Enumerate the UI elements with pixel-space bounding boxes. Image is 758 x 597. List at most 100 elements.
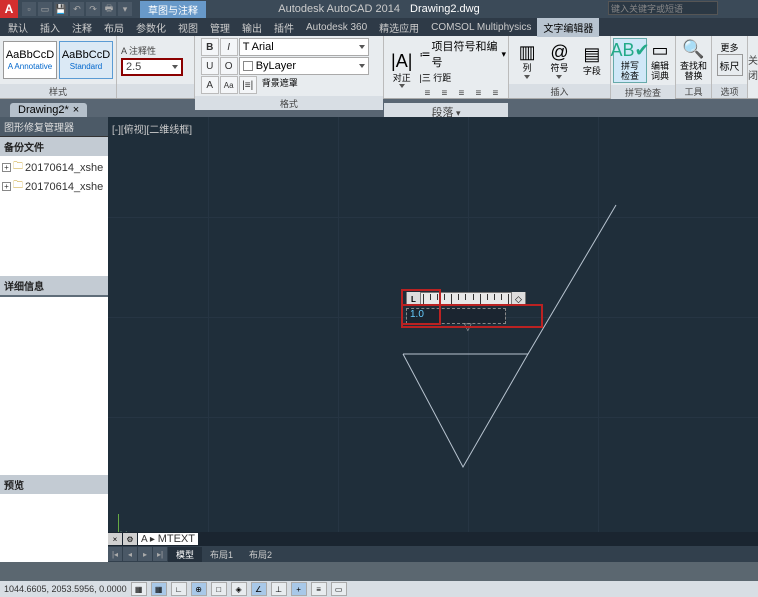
- align-right-icon[interactable]: ≡: [453, 85, 469, 101]
- group-tools-title: 工具: [676, 84, 711, 98]
- snap-toggle[interactable]: ▦: [131, 582, 147, 596]
- dictionary-button[interactable]: ▭编辑 词典: [647, 39, 673, 82]
- tab-text-editor[interactable]: 文字编辑器: [537, 18, 599, 37]
- save-icon[interactable]: 💾: [54, 2, 68, 16]
- mtext-input[interactable]: 1.0: [406, 308, 506, 324]
- dyn-toggle[interactable]: +: [291, 582, 307, 596]
- title-bar: A ▫ ▭ 💾 ↶ ↷ 🖶 ▾ 草图与注释 Autodesk AutoCAD 2…: [0, 0, 758, 18]
- repair-manager-header[interactable]: 图形修复管理器: [0, 117, 108, 137]
- case-button[interactable]: Aa: [220, 76, 238, 94]
- drawing-canvas[interactable]: [-][俯视][二维线框] L ◇ 1.0 ▽: [108, 117, 758, 562]
- command-input[interactable]: A ▸ MTEXT: [138, 533, 198, 545]
- underline-button[interactable]: U: [201, 57, 219, 75]
- tab-view[interactable]: 视图: [172, 18, 204, 37]
- layer-color-selector[interactable]: ByLayer: [239, 57, 369, 75]
- tab-last-icon[interactable]: ▸|: [153, 547, 167, 561]
- tab-featured[interactable]: 精选应用: [373, 18, 425, 37]
- tab-output[interactable]: 输出: [236, 18, 268, 37]
- polar-toggle[interactable]: ⊕: [191, 582, 207, 596]
- tab-comsol[interactable]: COMSOL Multiphysics: [425, 20, 537, 35]
- ruler-tab-icon[interactable]: L: [407, 292, 421, 306]
- tree-item[interactable]: +🗀20170614_xshe: [2, 177, 106, 196]
- cmd-config-icon[interactable]: ⚙: [123, 533, 137, 545]
- new-icon[interactable]: ▫: [22, 2, 36, 16]
- tab-parametric[interactable]: 参数化: [130, 18, 172, 37]
- font-big-button[interactable]: A: [201, 76, 219, 94]
- status-bar: 1044.6605, 2053.5956, 0.0000 ▦ ▦ ∟ ⊕ □ ◈…: [0, 581, 758, 597]
- close-icon[interactable]: ×: [73, 104, 79, 116]
- undo-icon[interactable]: ↶: [70, 2, 84, 16]
- command-line[interactable]: × ⚙ A ▸ MTEXT: [108, 532, 758, 546]
- otrack-toggle[interactable]: ∠: [251, 582, 267, 596]
- more-button[interactable]: 更多标尺: [714, 44, 745, 77]
- tab-layout[interactable]: 布局: [98, 18, 130, 37]
- cmd-close-icon[interactable]: ×: [108, 533, 122, 545]
- align-dist-icon[interactable]: ≡: [487, 85, 503, 101]
- align-center-icon[interactable]: ≡: [436, 85, 452, 101]
- chevron-down-icon: [172, 65, 178, 69]
- tab-first-icon[interactable]: |◂: [108, 547, 122, 561]
- style-annotative[interactable]: AaBbCcD A Annotative: [3, 41, 57, 79]
- 3dosnap-toggle[interactable]: ◈: [231, 582, 247, 596]
- style-standard[interactable]: AaBbCcD Standard: [59, 41, 113, 79]
- expand-icon[interactable]: +: [2, 163, 11, 172]
- search-icon: 🔍: [682, 39, 704, 61]
- ruler-icon[interactable]: |≡|: [239, 76, 257, 94]
- detail-header[interactable]: 详细信息: [0, 276, 108, 295]
- layout-tab-model[interactable]: 模型: [168, 547, 202, 562]
- align-justify-icon[interactable]: ≡: [470, 85, 486, 101]
- workspace-selector[interactable]: 草图与注释: [140, 1, 206, 18]
- app-logo[interactable]: A: [0, 0, 18, 18]
- bold-button[interactable]: B: [201, 38, 219, 56]
- find-button[interactable]: 🔍查找和 替换: [678, 39, 709, 82]
- workspace: 图形修复管理器 备份文件 +🗀20170614_xshe +🗀20170614_…: [0, 117, 758, 562]
- group-tools: 🔍查找和 替换 工具: [676, 36, 712, 98]
- open-icon[interactable]: ▭: [38, 2, 52, 16]
- tab-a360[interactable]: Autodesk 360: [300, 20, 373, 35]
- tab-prev-icon[interactable]: ◂: [123, 547, 137, 561]
- tab-manage[interactable]: 管理: [204, 18, 236, 37]
- spellcheck-button[interactable]: AB✔拼写 检查: [613, 38, 647, 83]
- grid-toggle[interactable]: ▦: [151, 582, 167, 596]
- tab-insert[interactable]: 插入: [34, 18, 66, 37]
- print-icon[interactable]: 🖶: [102, 2, 116, 16]
- layout-tab-2[interactable]: 布局2: [241, 547, 280, 562]
- width-handle-icon[interactable]: ▽: [464, 322, 472, 333]
- mask-button[interactable]: 背景遮罩: [258, 76, 302, 94]
- ruler-handle-icon[interactable]: ◇: [511, 292, 525, 306]
- redo-icon[interactable]: ↷: [86, 2, 100, 16]
- field-button[interactable]: ▤字段: [576, 44, 608, 77]
- osnap-toggle[interactable]: □: [211, 582, 227, 596]
- font-selector[interactable]: T Arial: [239, 38, 369, 56]
- field-icon: ▤: [583, 44, 600, 66]
- ducs-toggle[interactable]: ⊥: [271, 582, 287, 596]
- tab-next-icon[interactable]: ▸: [138, 547, 152, 561]
- tab-default[interactable]: 默认: [2, 18, 34, 37]
- qat-more-icon[interactable]: ▾: [118, 2, 132, 16]
- italic-button[interactable]: I: [220, 38, 238, 56]
- doc-tab-drawing2[interactable]: Drawing2*×: [10, 103, 87, 117]
- search-input[interactable]: 键入关键字或短语: [608, 1, 718, 15]
- text-height-input[interactable]: 2.5: [121, 58, 183, 76]
- overline-button[interactable]: O: [220, 57, 238, 75]
- tab-annotate[interactable]: 注释: [66, 18, 98, 37]
- ortho-toggle[interactable]: ∟: [171, 582, 187, 596]
- symbol-button[interactable]: @符号: [543, 41, 575, 79]
- layout-tab-1[interactable]: 布局1: [202, 547, 241, 562]
- tree-item[interactable]: +🗀20170614_xshe: [2, 158, 106, 177]
- expand-icon[interactable]: +: [2, 182, 11, 191]
- lwt-toggle[interactable]: ≡: [311, 582, 327, 596]
- tpy-toggle[interactable]: ▭: [331, 582, 347, 596]
- close-editor-button[interactable]: 关闭: [748, 36, 758, 98]
- backup-files-header[interactable]: 备份文件: [0, 137, 108, 156]
- tab-plugins[interactable]: 插件: [268, 18, 300, 37]
- bullets-button[interactable]: ≔项目符号和编号▾: [419, 38, 506, 70]
- columns-button[interactable]: ▥列: [511, 41, 543, 79]
- mtext-editor[interactable]: L ◇ 1.0 ▽: [406, 292, 526, 324]
- preview-header[interactable]: 预览: [0, 475, 108, 494]
- text-ruler[interactable]: L ◇: [406, 292, 526, 306]
- linespacing-button[interactable]: |三 行距: [419, 71, 506, 84]
- justify-button[interactable]: |A| 对正: [386, 51, 417, 89]
- align-left-icon[interactable]: ≡: [419, 85, 435, 101]
- ruler-toggle: 标尺: [717, 54, 743, 76]
